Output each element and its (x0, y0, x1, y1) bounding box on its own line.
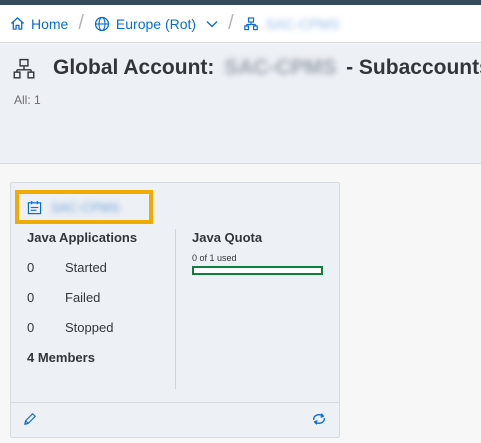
stat-value: 0 (27, 260, 35, 275)
hierarchy-icon (13, 58, 35, 79)
stat-stopped: 0 Stopped (27, 320, 177, 335)
breadcrumb-home-label: Home (31, 15, 69, 32)
quota-used-text: 0 of 1 used (192, 253, 237, 263)
stat-value: 0 (27, 290, 35, 305)
stat-value: 0 (27, 320, 35, 335)
members-count: 4 Members (27, 350, 95, 365)
stat-label: Stopped (65, 320, 114, 335)
quota-progress-bar (192, 266, 323, 275)
breadcrumb-region-label: Europe (Rot) (115, 15, 197, 32)
breadcrumb-home[interactable]: Home (10, 16, 68, 32)
page-title-suffix: - Subaccounts (346, 56, 481, 79)
breadcrumb-separator: / (228, 12, 234, 34)
java-applications-title: Java Applications (27, 230, 138, 245)
tile-divider (175, 229, 176, 389)
tile-footer (11, 402, 339, 437)
home-icon (10, 17, 25, 30)
java-applications-section: Java Applications 0 Started 0 Failed 0 S… (27, 230, 177, 335)
globe-icon (94, 16, 110, 31)
page-title-prefix: Global Account: (53, 56, 215, 79)
stat-failed: 0 Failed (27, 290, 177, 305)
subaccount-icon (27, 200, 42, 214)
breadcrumb-separator: / (78, 12, 84, 34)
subaccount-count: All: 1 (14, 93, 41, 107)
hierarchy-icon (243, 16, 258, 30)
breadcrumb-account[interactable]: SAC-CPMS (243, 15, 340, 32)
edit-button[interactable] (23, 412, 37, 431)
page-header: Global Account: SAC-CPMS - Subaccounts A… (0, 44, 481, 164)
stat-started: 0 Started (27, 260, 177, 275)
java-quota-section: Java Quota 0 of 1 used (192, 230, 332, 275)
java-quota-title: Java Quota (192, 230, 263, 245)
subaccount-name: SAC-CPMS (51, 199, 120, 215)
breadcrumb-account-label: SAC-CPMS (265, 15, 340, 32)
breadcrumb: Home / Europe (Rot) / SAC-CPMS (0, 5, 481, 43)
subaccount-tile[interactable]: SAC-CPMS Java Applications 0 Started 0 F… (10, 182, 340, 438)
page-title: Global Account: SAC-CPMS - Subaccounts (53, 56, 481, 80)
page-title-account: SAC-CPMS (224, 56, 337, 79)
stat-label: Started (65, 260, 107, 275)
subaccount-tile-title[interactable]: SAC-CPMS (15, 190, 153, 224)
breadcrumb-region[interactable]: Europe (Rot) (94, 16, 218, 32)
stat-label: Failed (65, 290, 101, 305)
subaccounts-area: SAC-CPMS Java Applications 0 Started 0 F… (0, 165, 481, 443)
chevron-down-icon[interactable] (206, 20, 218, 28)
pencil-icon (24, 413, 36, 425)
refresh-button[interactable] (311, 412, 327, 431)
refresh-icon (313, 413, 325, 425)
